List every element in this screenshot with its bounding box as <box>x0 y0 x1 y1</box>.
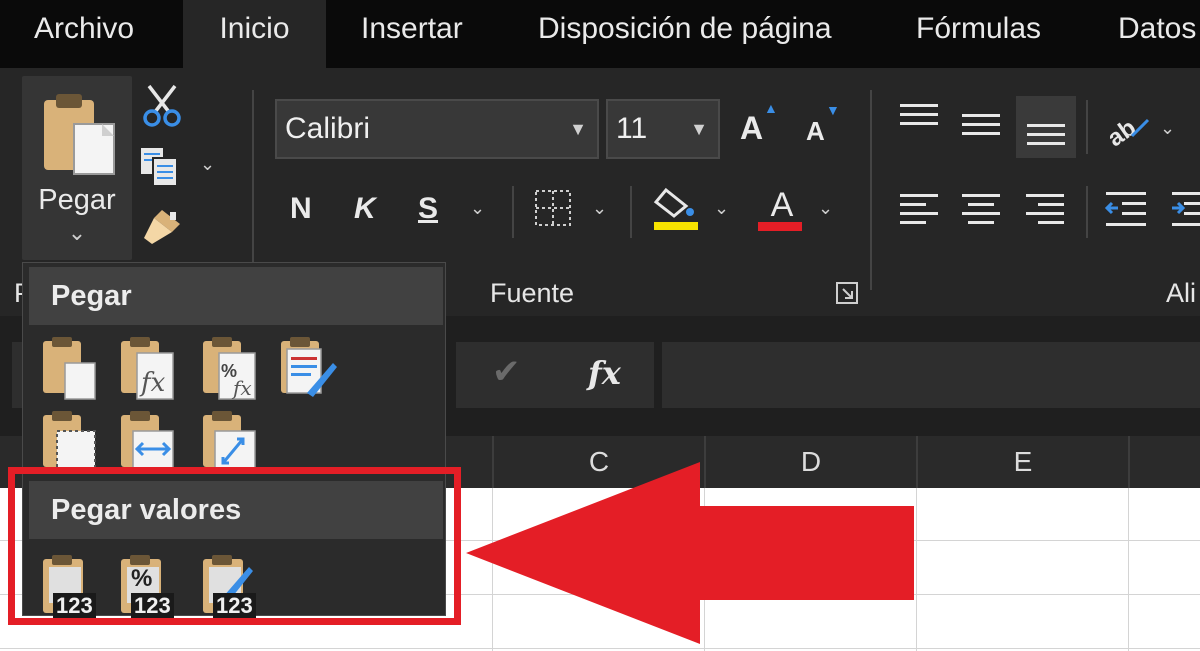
ribbon-separator <box>252 90 254 290</box>
column-gridline <box>1128 488 1129 651</box>
tab-archivo[interactable]: Archivo <box>18 0 150 68</box>
align-top-icon[interactable] <box>900 104 938 131</box>
ribbon-separator <box>1086 186 1088 238</box>
font-size-value: 11 <box>616 112 648 145</box>
menu-bar: Archivo Inicio Insertar Disposición de p… <box>0 0 1200 68</box>
ribbon-separator <box>630 186 632 238</box>
font-group-label: Fuente <box>490 278 575 308</box>
text-orientation-icon[interactable]: ab <box>1102 106 1152 146</box>
format-painter-icon[interactable] <box>140 206 184 248</box>
svg-text:fx: fx <box>139 368 166 398</box>
copy-icon[interactable] <box>139 146 181 188</box>
fill-color-icon[interactable] <box>652 186 702 232</box>
formula-buttons: ✔ fx <box>456 342 654 408</box>
paste-label: Pegar <box>38 184 116 216</box>
tab-inicio[interactable]: Inicio <box>183 0 326 68</box>
ribbon-separator <box>1086 100 1088 154</box>
align-right-icon[interactable] <box>1026 194 1064 230</box>
font-color-dropdown-chevron-icon[interactable]: ⌄ <box>818 198 833 219</box>
paste-keep-column-widths-icon[interactable] <box>117 409 179 475</box>
paste-button[interactable]: Pegar ⌄ <box>22 76 132 260</box>
copy-dropdown-chevron-icon[interactable]: ⌄ <box>200 154 215 175</box>
decrease-caret-icon: ▼ <box>826 102 840 118</box>
increase-caret-icon: ▲ <box>764 100 778 116</box>
alignment-group-label: Ali <box>1166 278 1197 308</box>
check-icon[interactable]: ✔ <box>492 352 521 392</box>
svg-text:fx: fx <box>231 376 252 400</box>
font-name-combo[interactable]: Calibri ▼ <box>275 99 599 159</box>
increase-indent-icon[interactable] <box>1170 190 1200 230</box>
align-center-icon[interactable] <box>962 194 1000 230</box>
scissors-icon[interactable] <box>141 84 183 128</box>
paste-section-title: Pegar <box>29 267 443 325</box>
fill-color-swatch <box>654 222 698 230</box>
shrink-font-button[interactable]: A ▼ <box>806 102 840 147</box>
chevron-down-icon: ▼ <box>690 119 708 139</box>
align-bottom-icon <box>1027 124 1065 151</box>
paste-transpose-icon[interactable] <box>199 409 261 475</box>
row-gridline <box>0 648 1200 649</box>
align-left-icon[interactable] <box>900 194 938 230</box>
underline-dropdown-chevron-icon[interactable]: ⌄ <box>470 198 485 219</box>
align-middle-icon[interactable] <box>962 114 1000 141</box>
dialog-launcher-icon[interactable] <box>836 282 858 304</box>
tab-datos[interactable]: Datos <box>1102 0 1200 68</box>
shrink-font-label: A <box>806 116 825 146</box>
font-name-value: Calibri <box>285 112 371 145</box>
font-color-swatch-icon <box>758 222 802 231</box>
paste-keep-source-formatting-icon[interactable] <box>277 335 339 401</box>
column-header-e[interactable]: E <box>916 436 1128 488</box>
tab-disposicion-de-pagina[interactable]: Disposición de página <box>522 0 848 68</box>
red-arrow-icon <box>466 462 914 644</box>
insert-function-icon[interactable]: fx <box>588 354 621 392</box>
paste-icon[interactable] <box>39 335 101 401</box>
ribbon-separator <box>870 90 872 290</box>
tab-insertar[interactable]: Insertar <box>345 0 479 68</box>
grow-font-button[interactable]: A ▲ <box>740 100 778 147</box>
bold-button[interactable]: N <box>290 192 312 226</box>
borders-icon[interactable] <box>534 189 572 227</box>
underline-button[interactable]: S <box>418 192 438 226</box>
ribbon-separator <box>512 186 514 238</box>
font-size-combo[interactable]: 11 ▼ <box>606 99 720 159</box>
column-header-next[interactable] <box>1128 436 1200 488</box>
svg-text:ab: ab <box>1103 114 1141 146</box>
fill-color-dropdown-chevron-icon[interactable]: ⌄ <box>714 198 729 219</box>
paste-formulas-number-format-icon[interactable]: % fx <box>199 335 261 401</box>
orientation-dropdown-chevron-icon[interactable]: ⌄ <box>1160 118 1175 139</box>
italic-button[interactable]: K <box>354 192 376 226</box>
font-color-button[interactable]: A <box>762 186 802 225</box>
tab-formulas[interactable]: Fórmulas <box>900 0 1057 68</box>
grow-font-label: A <box>740 110 764 146</box>
font-color-label: A <box>770 186 794 224</box>
formula-input[interactable] <box>662 342 1200 408</box>
highlight-box <box>8 467 461 625</box>
clipboard-paste-icon <box>44 94 115 175</box>
align-bottom-button[interactable] <box>1016 96 1076 158</box>
paste-no-borders-icon[interactable] <box>39 409 101 475</box>
chevron-down-icon[interactable]: ⌄ <box>22 220 132 246</box>
decrease-indent-icon[interactable] <box>1104 190 1148 230</box>
paste-formulas-icon[interactable]: fx <box>117 335 179 401</box>
chevron-down-icon: ▼ <box>569 119 587 139</box>
borders-dropdown-chevron-icon[interactable]: ⌄ <box>592 198 607 219</box>
